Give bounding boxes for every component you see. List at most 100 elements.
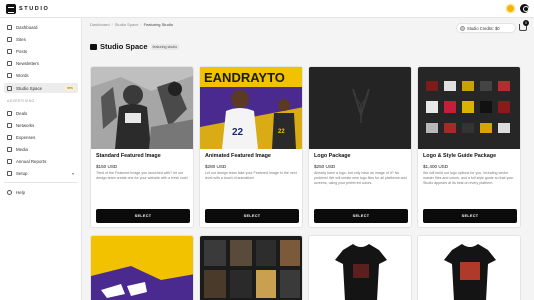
brand-name: STUDIO xyxy=(19,6,50,12)
tag-icon xyxy=(7,110,12,116)
sidebar-item-sites[interactable]: Sites xyxy=(4,34,78,44)
product-price: $150 USD xyxy=(96,164,118,169)
breadcrumb: Dashboard / Studio Space / Featuring Stu… xyxy=(90,22,173,27)
product-card: Logo Package $250 USD Already have a log… xyxy=(308,66,412,228)
sidebar-item-label: Deals xyxy=(16,110,28,116)
sidebar-item-newsletters[interactable]: Newsletters xyxy=(4,58,78,68)
sidebar-item-expenses[interactable]: Expenses xyxy=(4,132,78,142)
chart-icon xyxy=(7,158,12,164)
sidebar-item-label: Studio Space xyxy=(16,85,43,91)
product-image xyxy=(91,67,193,149)
product-card-partial xyxy=(90,235,194,300)
svg-text:EANDRAYTO: EANDRAYTO xyxy=(204,70,285,85)
store-icon xyxy=(90,43,97,50)
sidebar-item-label: Words xyxy=(16,72,29,78)
user-avatar-icon[interactable] xyxy=(520,4,529,13)
product-price: $280 USD xyxy=(205,164,227,169)
tshirt-image xyxy=(309,236,411,300)
svg-text:22: 22 xyxy=(278,129,285,135)
sidebar-item-label: Setup xyxy=(16,170,28,176)
product-description: We will build out logo options for you, … xyxy=(423,171,514,185)
studio-credits-label: Studio Credits: $0 xyxy=(467,25,500,31)
breadcrumb-item[interactable]: Dashboard xyxy=(90,22,110,27)
sidebar-item-studio-space[interactable]: Studio Space new xyxy=(4,83,78,93)
product-image: EANDRAYTO 22 22 xyxy=(200,67,302,149)
top-bar: STUDIO xyxy=(0,0,534,18)
network-icon xyxy=(7,122,12,128)
page-title-tag: featuring studio xyxy=(150,43,180,50)
purple-gold-graphic-image xyxy=(91,236,193,300)
help-icon xyxy=(7,189,12,195)
basketball-collage-image xyxy=(91,67,193,149)
sidebar-item-deals[interactable]: Deals xyxy=(4,108,78,118)
store-icon xyxy=(7,85,12,91)
new-badge: new xyxy=(64,86,75,90)
sidebar: Dashboard Sites Posts Newsletters Words … xyxy=(0,18,82,300)
sidebar-item-media[interactable]: Media xyxy=(4,144,78,154)
sidebar-item-label: Posts xyxy=(16,48,27,54)
product-title: Animated Featured Image xyxy=(205,153,271,159)
sidebar-item-dashboard[interactable]: Dashboard xyxy=(4,22,78,32)
studio-credits-button[interactable]: Studio Credits: $0 xyxy=(456,23,516,33)
sidebar-item-posts[interactable]: Posts xyxy=(4,46,78,56)
breadcrumb-separator: / xyxy=(111,22,113,27)
brand-logo[interactable]: STUDIO xyxy=(6,3,49,15)
logo-icon xyxy=(6,4,16,14)
product-description: Let our design team take your Featured I… xyxy=(205,171,297,180)
theme-toggle-sun-icon[interactable] xyxy=(507,5,514,12)
document-icon xyxy=(7,48,12,54)
product-title: Standard Featured Image xyxy=(96,153,161,159)
select-button[interactable]: SELECT xyxy=(205,209,299,223)
breadcrumb-separator: / xyxy=(140,22,142,27)
product-title: Logo Package xyxy=(314,153,351,159)
product-price: $1,400 USD xyxy=(423,164,449,169)
sidebar-item-label: Sites xyxy=(16,36,26,42)
coin-icon xyxy=(460,25,465,31)
sidebar-item-networks[interactable]: Networks xyxy=(4,120,78,130)
sidebar-item-label: Newsletters xyxy=(16,60,39,66)
wallet-icon xyxy=(7,134,12,140)
sidebar-item-words[interactable]: Words xyxy=(4,70,78,80)
sidebar-item-setup[interactable]: Setup ▾ xyxy=(4,168,78,178)
product-card-partial xyxy=(308,235,412,300)
page-title: Studio Space featuring studio xyxy=(90,42,180,51)
select-button[interactable]: SELECT xyxy=(423,209,517,223)
product-title: Logo & Style Guide Package xyxy=(423,153,497,159)
sidebar-item-help[interactable]: Help xyxy=(4,187,78,197)
sidebar-item-annual-reports[interactable]: Annual Reports xyxy=(4,156,78,166)
globe-icon xyxy=(7,36,12,42)
photo-grid-image xyxy=(200,236,302,300)
chevron-down-icon: ▾ xyxy=(71,170,74,176)
sidebar-item-label: Expenses xyxy=(16,134,36,140)
product-price: $250 USD xyxy=(314,164,336,169)
product-card: EANDRAYTO 22 22 Animated Featured Image … xyxy=(199,66,303,228)
select-button[interactable]: SELECT xyxy=(96,209,190,223)
breadcrumb-item[interactable]: Studio Space xyxy=(115,22,139,27)
select-button[interactable]: SELECT xyxy=(314,209,408,223)
app-window: STUDIO Dashboard Sites Posts Newsletters… xyxy=(0,0,534,300)
product-card-partial xyxy=(199,235,303,300)
sidebar-item-label: Media xyxy=(16,146,28,152)
sidebar-item-label: Dashboard xyxy=(16,24,38,30)
sidebar-section-label: ADVERTISING xyxy=(7,99,35,103)
text-icon xyxy=(7,72,12,78)
dashboard-icon xyxy=(7,24,12,30)
animated-player-image: EANDRAYTO 22 22 xyxy=(200,67,302,149)
cart-count-badge: 0 xyxy=(523,20,529,26)
svg-text:22: 22 xyxy=(232,127,244,138)
product-image xyxy=(309,67,411,149)
product-image xyxy=(418,67,520,149)
sidebar-item-label: Networks xyxy=(16,122,35,128)
logo-package-image xyxy=(309,67,411,149)
sidebar-item-label: Help xyxy=(16,189,26,195)
product-description: Already have a logo, but only have an im… xyxy=(314,171,407,185)
product-description: Tired of the Featured Image you launched… xyxy=(96,171,188,180)
product-card: Logo & Style Guide Package $1,400 USD We… xyxy=(417,66,521,228)
page-title-text: Studio Space xyxy=(100,42,148,51)
product-card-partial xyxy=(417,235,521,300)
image-icon xyxy=(7,146,12,152)
breadcrumb-current: Featuring Studio xyxy=(143,22,173,27)
tshirt-image xyxy=(418,236,520,300)
style-guide-image xyxy=(418,67,520,149)
sidebar-divider xyxy=(4,182,78,183)
